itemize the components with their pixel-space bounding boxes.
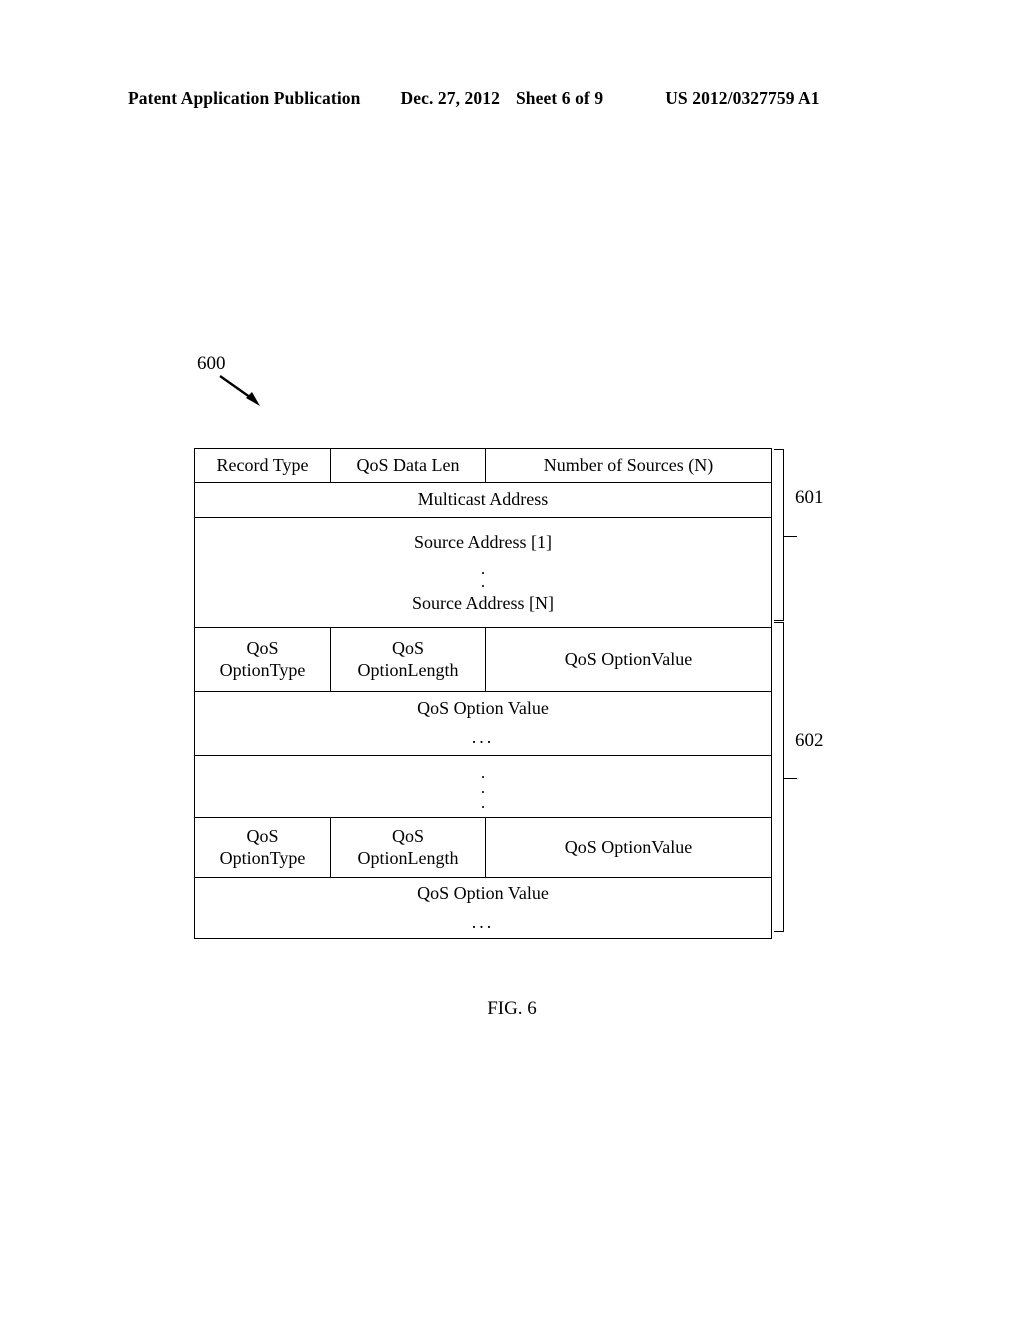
header-patent-number: US 2012/0327759 A1 bbox=[665, 88, 820, 108]
table-row-vertical-ellipsis: . . . bbox=[195, 756, 771, 818]
table-row-qos-option-value-2: QoS Option Value ... bbox=[195, 878, 771, 938]
qos-option-length-1-line1: QoS bbox=[391, 637, 424, 658]
cell-qos-option-type-2: QoS OptionType bbox=[195, 818, 331, 877]
qos-option-value-1-ellipsis: ... bbox=[471, 727, 495, 747]
cell-qos-option-value-1: QoS Option Value ... bbox=[195, 692, 771, 755]
packet-format-diagram: Record Type QoS Data Len Number of Sourc… bbox=[194, 448, 772, 939]
source-address-vertical-ellipsis: . . bbox=[480, 559, 486, 591]
cell-qos-option-value-inline-2: QoS OptionValue bbox=[564, 836, 693, 857]
header-publication-title: Patent Application Publication bbox=[128, 88, 361, 108]
bracket-602-tick bbox=[783, 778, 797, 779]
table-row-multicast-address: Multicast Address bbox=[195, 483, 771, 518]
table-row-qos-option-1: QoS OptionType QoS OptionLength QoS Opti… bbox=[195, 628, 771, 692]
vertical-ellipsis-icon: . . . bbox=[480, 763, 486, 812]
qos-option-type-1-line2: OptionType bbox=[219, 659, 306, 680]
qos-option-value-2-label: QoS Option Value bbox=[417, 882, 549, 903]
cell-qos-option-value-inline-1: QoS OptionValue bbox=[564, 648, 693, 669]
cell-qos-option-length-1: QoS OptionLength bbox=[331, 628, 486, 691]
bracket-602 bbox=[774, 622, 797, 932]
qos-option-value-2-ellipsis: ... bbox=[471, 911, 495, 932]
qos-option-length-2-line2: OptionLength bbox=[357, 847, 459, 868]
bracket-label-602: 602 bbox=[795, 730, 824, 751]
source-address-first: Source Address [1] bbox=[414, 531, 552, 552]
qos-option-type-1-line1: QoS bbox=[246, 637, 279, 658]
bracket-601 bbox=[774, 449, 797, 621]
qos-option-type-2-line1: QoS bbox=[246, 825, 279, 846]
table-row-header: Record Type QoS Data Len Number of Sourc… bbox=[195, 449, 771, 483]
qos-option-length-1-line2: OptionLength bbox=[357, 659, 459, 680]
bracket-label-601: 601 bbox=[795, 487, 824, 508]
cell-qos-option-value-2: QoS Option Value ... bbox=[195, 878, 771, 938]
leader-arrow-icon bbox=[219, 375, 260, 406]
cell-qos-option-type-1: QoS OptionType bbox=[195, 628, 331, 691]
qos-option-length-2-line1: QoS bbox=[391, 825, 424, 846]
header-sheet-number: Sheet 6 of 9 bbox=[515, 88, 604, 108]
table-row-qos-option-2: QoS OptionType QoS OptionLength QoS Opti… bbox=[195, 818, 771, 878]
cell-qos-data-len: QoS Data Len bbox=[331, 449, 486, 482]
source-address-last: Source Address [N] bbox=[412, 593, 554, 613]
qos-option-value-1-label: QoS Option Value bbox=[417, 698, 549, 719]
cell-multicast-address: Multicast Address bbox=[417, 489, 549, 510]
cell-source-address-block: Source Address [1] . . Source Address [N… bbox=[195, 518, 771, 627]
cell-qos-option-length-2: QoS OptionLength bbox=[331, 818, 486, 877]
qos-option-type-2-line2: OptionType bbox=[219, 847, 306, 868]
cell-number-of-sources: Number of Sources (N) bbox=[543, 454, 714, 475]
figure-caption: FIG. 6 bbox=[487, 998, 537, 1019]
table-row-qos-option-value-1: QoS Option Value ... bbox=[195, 692, 771, 756]
cell-record-type: Record Type bbox=[195, 449, 331, 482]
bracket-601-tick bbox=[783, 536, 797, 537]
table-row-source-addresses: Source Address [1] . . Source Address [N… bbox=[195, 518, 771, 628]
page-header: Patent Application Publication Dec. 27, … bbox=[128, 88, 896, 109]
cell-vertical-ellipsis: . . . bbox=[195, 756, 771, 817]
header-date: Dec. 27, 2012 bbox=[400, 88, 500, 108]
